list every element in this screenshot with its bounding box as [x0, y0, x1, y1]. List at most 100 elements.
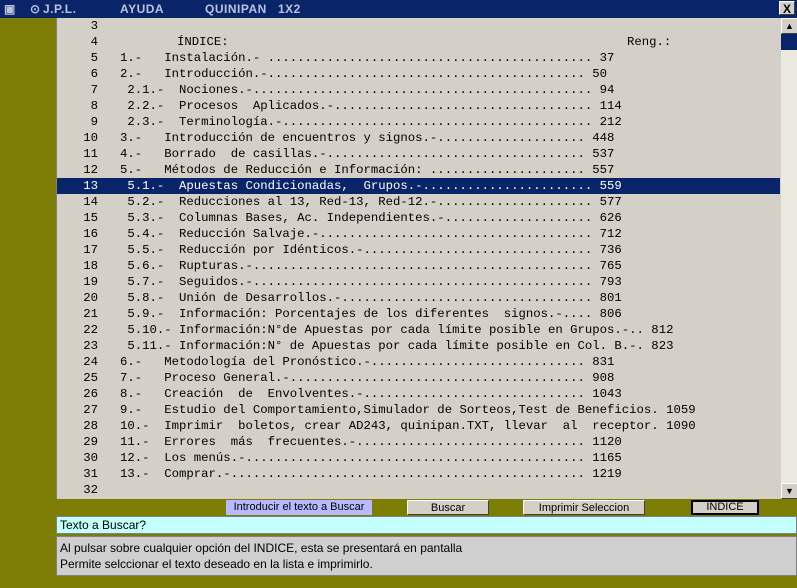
scroll-down-icon[interactable]: ▼ — [781, 483, 797, 499]
list-item[interactable]: 16 5.4.- Reducción Salvaje.-............… — [57, 226, 780, 242]
line-number: 11 — [83, 147, 98, 161]
line-number: 31 — [83, 467, 98, 481]
list-item-text: 2.1.- Nociones.-........................… — [120, 83, 615, 97]
list-item[interactable]: 6 2.- Introducción.-.....................… — [57, 66, 780, 82]
list-item[interactable]: 32 — [57, 482, 780, 498]
list-item-text: 12.- Los menús.-........................… — [120, 451, 622, 465]
list-item[interactable]: 7 2.1.- Nociones.-......................… — [57, 82, 780, 98]
list-item-text: 10.- Imprimir boletos, crear AD243, quin… — [120, 419, 696, 433]
index-listbox[interactable]: 3 4 ÍNDICE: Reng.: 5 1.- Instalación.- ......… — [56, 18, 797, 499]
list-item-text: 5.- Métodos de Reducción e Información: … — [120, 163, 615, 177]
list-item[interactable]: 12 5.- Métodos de Reducción e Información… — [57, 162, 780, 178]
list-item[interactable]: 25 7.- Proceso General.-.................… — [57, 370, 780, 386]
line-number: 27 — [83, 403, 98, 417]
line-number: 7 — [90, 83, 98, 97]
list-item-text: 8.- Creación de Envolventes.-...........… — [120, 387, 622, 401]
list-item-text: 5.2.- Reducciones al 13, Red-13, Red-12.… — [120, 195, 622, 209]
reng-label: Reng.: — [627, 35, 672, 49]
list-item[interactable]: 29 11.- Errores más frecuentes.-.........… — [57, 434, 780, 450]
line-number: 10 — [83, 131, 98, 145]
line-number: 19 — [83, 275, 98, 289]
list-item-text: 5.7.- Seguidos.-........................… — [120, 275, 622, 289]
list-item[interactable]: 27 9.- Estudio del Comportamiento,Simulad… — [57, 402, 780, 418]
vertical-scrollbar[interactable]: ▲ ▼ — [781, 18, 797, 499]
list-item[interactable]: 30 12.- Los menús.-......................… — [57, 450, 780, 466]
list-item-text: 5.6.- Rupturas.-........................… — [120, 259, 622, 273]
imprimir-seleccion-button[interactable]: Imprimir Seleccion — [523, 500, 645, 515]
list-item-text: 9.- Estudio del Comportamiento,Simulador… — [120, 403, 696, 417]
line-number: 13 — [83, 179, 98, 193]
scroll-thumb[interactable] — [781, 34, 797, 50]
list-item-text: 2.2.- Procesos Aplicados.-..............… — [120, 99, 622, 113]
list-item[interactable]: 31 13.- Comprar.-........................… — [57, 466, 780, 482]
list-item[interactable]: 10 3.- Introducción de encuentros y signo… — [57, 130, 780, 146]
list-item[interactable]: 28 10.- Imprimir boletos, crear AD243, qu… — [57, 418, 780, 434]
line-number: 21 — [83, 307, 98, 321]
line-number: 24 — [83, 355, 98, 369]
close-button[interactable]: X — [779, 1, 795, 16]
list-item-text: 4.- Borrado de casillas.-...............… — [120, 147, 615, 161]
line-number: 8 — [90, 99, 98, 113]
list-item-text: 6.- Metodología del Pronóstico.-........… — [120, 355, 615, 369]
list-item-text: 5.8.- Unión de Desarrollos.-............… — [120, 291, 622, 305]
line-number: 17 — [83, 243, 98, 257]
list-item[interactable]: 24 6.- Metodología del Pronóstico.-......… — [57, 354, 780, 370]
mode-label: 1X2 — [278, 2, 301, 16]
line-number: 28 — [83, 419, 98, 433]
index-heading: ÍNDICE: — [177, 35, 229, 49]
list-item[interactable]: 20 5.8.- Unión de Desarrollos.-.........… — [57, 290, 780, 306]
list-item[interactable]: 13 5.1.- Apuestas Condicionadas, Grupos.… — [57, 178, 780, 194]
index-rows: 3 4 ÍNDICE: Reng.: 5 1.- Instalación.- ......… — [57, 18, 780, 499]
list-item[interactable]: 5 1.- Instalación.- .....................… — [57, 50, 780, 66]
list-item-text: 5.3.- Columnas Bases, Ac. Independientes… — [120, 211, 622, 225]
list-item[interactable]: 21 5.9.- Información: Porcentajes de los… — [57, 306, 780, 322]
list-item[interactable]: 22 5.10.- Información:N°de Apuestas por … — [57, 322, 780, 338]
list-item[interactable]: 15 5.3.- Columnas Bases, Ac. Independien… — [57, 210, 780, 226]
buscar-button[interactable]: Buscar — [407, 500, 489, 515]
line-number: 25 — [83, 371, 98, 385]
list-item[interactable]: 26 8.- Creación de Envolventes.-.........… — [57, 386, 780, 402]
list-item[interactable]: 3 — [57, 18, 780, 34]
app-name: J.P.L. — [43, 2, 77, 16]
list-item-text: 5.9.- Información: Porcentajes de los di… — [120, 307, 622, 321]
introducir-texto-button[interactable]: Introducir el texto a Buscar — [226, 500, 372, 515]
list-item[interactable]: 19 5.7.- Seguidos.-.....................… — [57, 274, 780, 290]
list-item[interactable]: 9 2.3.- Terminología.-..................… — [57, 114, 780, 130]
list-item[interactable]: 23 5.11.- Información:N° de Apuestas por… — [57, 338, 780, 354]
title-bar: ▣ ⊙ J.P.L. AYUDA QUINIPAN 1X2 X — [0, 0, 797, 18]
window-icon[interactable]: ▣ — [4, 2, 15, 16]
line-number: 15 — [83, 211, 98, 225]
line-number: 29 — [83, 435, 98, 449]
list-item[interactable]: 11 4.- Borrado de casillas.-.............… — [57, 146, 780, 162]
scroll-up-icon[interactable]: ▲ — [781, 18, 797, 34]
line-number: 20 — [83, 291, 98, 305]
list-item-text: 2.3.- Terminología.-....................… — [120, 115, 622, 129]
list-item[interactable]: 18 5.6.- Rupturas.-.....................… — [57, 258, 780, 274]
list-item-text: 5.5.- Reducción por Idénticos.-.........… — [120, 243, 622, 257]
list-item-text: 5.10.- Información:N°de Apuestas por cad… — [120, 323, 674, 337]
list-item[interactable]: 4 ÍNDICE: Reng.: — [57, 34, 780, 50]
logo-icon: ⊙ — [30, 2, 41, 16]
list-item-text: 5.11.- Información:N° de Apuestas por ca… — [120, 339, 674, 353]
help-line-1: Al pulsar sobre cualquier opción del IND… — [60, 541, 463, 555]
line-number: 32 — [83, 483, 98, 497]
line-number: 22 — [83, 323, 98, 337]
list-item[interactable]: 8 2.2.- Procesos Aplicados.-............… — [57, 98, 780, 114]
line-number: 9 — [90, 115, 98, 129]
line-number: 3 — [90, 19, 98, 33]
help-panel: Al pulsar sobre cualquier opción del IND… — [56, 536, 797, 576]
indice-button[interactable]: INDICE — [691, 500, 759, 515]
line-number: 30 — [83, 451, 98, 465]
list-item[interactable]: 14 5.2.- Reducciones al 13, Red-13, Red-… — [57, 194, 780, 210]
line-number: 5 — [90, 51, 98, 65]
list-item-text: 3.- Introducción de encuentros y signos.… — [120, 131, 615, 145]
list-item-text: 5.1.- Apuestas Condicionadas, Grupos.-..… — [120, 179, 622, 193]
search-input[interactable]: Texto a Buscar? — [56, 516, 797, 534]
menu-ayuda[interactable]: AYUDA — [120, 2, 164, 16]
list-item-text: 13.- Comprar.-..........................… — [120, 467, 622, 481]
list-item-text: 11.- Errores más frecuentes.-...........… — [120, 435, 622, 449]
line-number: 23 — [83, 339, 98, 353]
line-number: 12 — [83, 163, 98, 177]
list-item[interactable]: 17 5.5.- Reducción por Idénticos.-......… — [57, 242, 780, 258]
list-item-text: 1.- Instalación.- ......................… — [120, 51, 615, 65]
